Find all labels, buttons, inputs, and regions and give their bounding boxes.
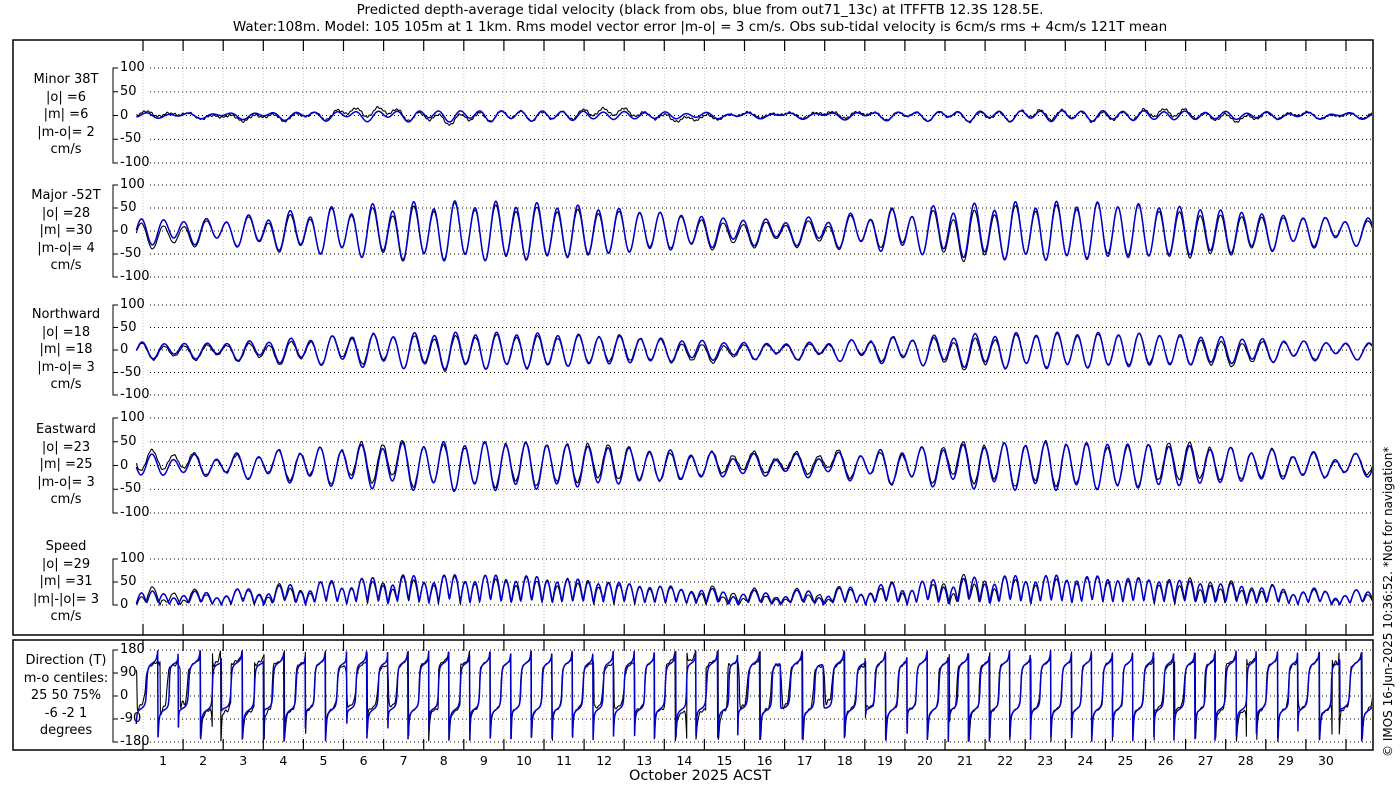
panel-label-direction: Direction (T) m-o centiles: 25 50 75% -6… — [23, 653, 109, 738]
x-day-label: 29 — [1277, 753, 1294, 768]
y-axis-brackets — [112, 67, 118, 743]
x-day-label: 27 — [1197, 753, 1214, 768]
panel-label-eastward: Eastward |o| =23 |m| =25 |m-o|= 3 cm/s — [35, 422, 97, 507]
panel-label-speed: Speed |o| =29 |m| =31 |m|-|o|= 3 cm/s — [32, 539, 100, 624]
value-gridlines — [150, 67, 1372, 743]
y-tick-label: -100 — [120, 387, 150, 403]
x-day-label: 13 — [636, 753, 653, 768]
x-day-label: 23 — [1037, 753, 1054, 768]
y-tick-label: 0 — [120, 597, 129, 613]
x-axis-title: October 2025 ACST — [629, 768, 771, 784]
y-tick-label: -100 — [120, 505, 150, 521]
x-day-label: 1 — [159, 753, 168, 768]
y-tick-label: 100 — [120, 177, 145, 193]
y-tick-label: 0 — [120, 107, 129, 123]
eastward-model-curve — [135, 440, 1372, 492]
x-day-label: 21 — [957, 753, 973, 768]
velocity-curves-group — [135, 106, 1372, 607]
velocity-panels-frame — [12, 39, 1374, 636]
y-tick-label: 100 — [120, 551, 145, 567]
x-day-label: 14 — [676, 753, 693, 768]
plot-canvas — [12, 39, 1374, 751]
x-day-label: 20 — [916, 753, 933, 768]
x-day-label: 4 — [279, 753, 288, 768]
y-tick-label: -100 — [120, 155, 150, 171]
panel-label-minor: Minor 38T |o| =6 |m| =6 |m-o|= 2 cm/s — [33, 72, 99, 157]
direction-panel-frame — [12, 639, 1374, 751]
y-tick-label: 50 — [120, 200, 137, 216]
x-day-label: 6 — [359, 753, 368, 768]
x-day-label: 22 — [997, 753, 1014, 768]
y-tick-label: -180 — [120, 734, 150, 750]
x-day-label: 18 — [836, 753, 853, 768]
panel-label-northward: Northward |o| =18 |m| =18 |m-o|= 3 cm/s — [31, 307, 101, 392]
y-tick-label: -100 — [120, 269, 150, 285]
x-day-label: 15 — [716, 753, 733, 768]
x-day-label: 28 — [1237, 753, 1254, 768]
x-day-label: 5 — [319, 753, 328, 768]
x-day-label: 26 — [1157, 753, 1174, 768]
x-day-label: 16 — [756, 753, 773, 768]
y-tick-label: 0 — [120, 223, 129, 239]
x-day-label: 19 — [876, 753, 893, 768]
y-tick-label: 0 — [120, 688, 129, 704]
y-tick-label: -50 — [120, 364, 142, 380]
x-day-label: 3 — [239, 753, 248, 768]
x-day-label: 25 — [1117, 753, 1134, 768]
minor-model-curve — [136, 110, 1372, 123]
y-tick-label: -50 — [120, 481, 142, 497]
y-tick-label: 100 — [120, 410, 145, 426]
y-tick-label: 50 — [120, 319, 137, 335]
y-tick-label: -90 — [120, 711, 142, 727]
x-day-label: 9 — [479, 753, 488, 768]
y-tick-label: 50 — [120, 433, 137, 449]
y-tick-label: -50 — [120, 246, 142, 262]
x-day-label: 30 — [1317, 753, 1334, 768]
x-day-label: 24 — [1077, 753, 1094, 768]
x-day-label: 2 — [199, 753, 208, 768]
y-tick-label: 0 — [120, 342, 129, 358]
x-day-label: 12 — [596, 753, 613, 768]
x-day-label: 17 — [796, 753, 813, 768]
y-tick-label: 0 — [120, 457, 129, 473]
tidal-prediction-figure: Predicted depth-average tidal velocity (… — [0, 0, 1400, 800]
y-tick-label: 50 — [120, 83, 137, 99]
y-tick-label: 50 — [120, 574, 137, 590]
y-tick-label: -50 — [120, 131, 142, 147]
x-day-label: 7 — [399, 753, 408, 768]
x-day-label: 10 — [515, 753, 532, 768]
y-tick-label: 100 — [120, 297, 145, 313]
y-tick-label: 100 — [120, 60, 145, 76]
x-day-label: 11 — [556, 753, 572, 768]
copyright-watermark: © IMOS 16-Jun-2025 10:36:52. *Not for na… — [1381, 446, 1395, 757]
x-day-label: 8 — [439, 753, 448, 768]
panel-label-major: Major -52T |o| =28 |m| =30 |m-o|= 4 cm/s — [31, 188, 101, 273]
y-tick-label: 180 — [120, 642, 145, 658]
speed-model-curve — [135, 573, 1372, 607]
y-tick-label: 90 — [120, 665, 137, 681]
